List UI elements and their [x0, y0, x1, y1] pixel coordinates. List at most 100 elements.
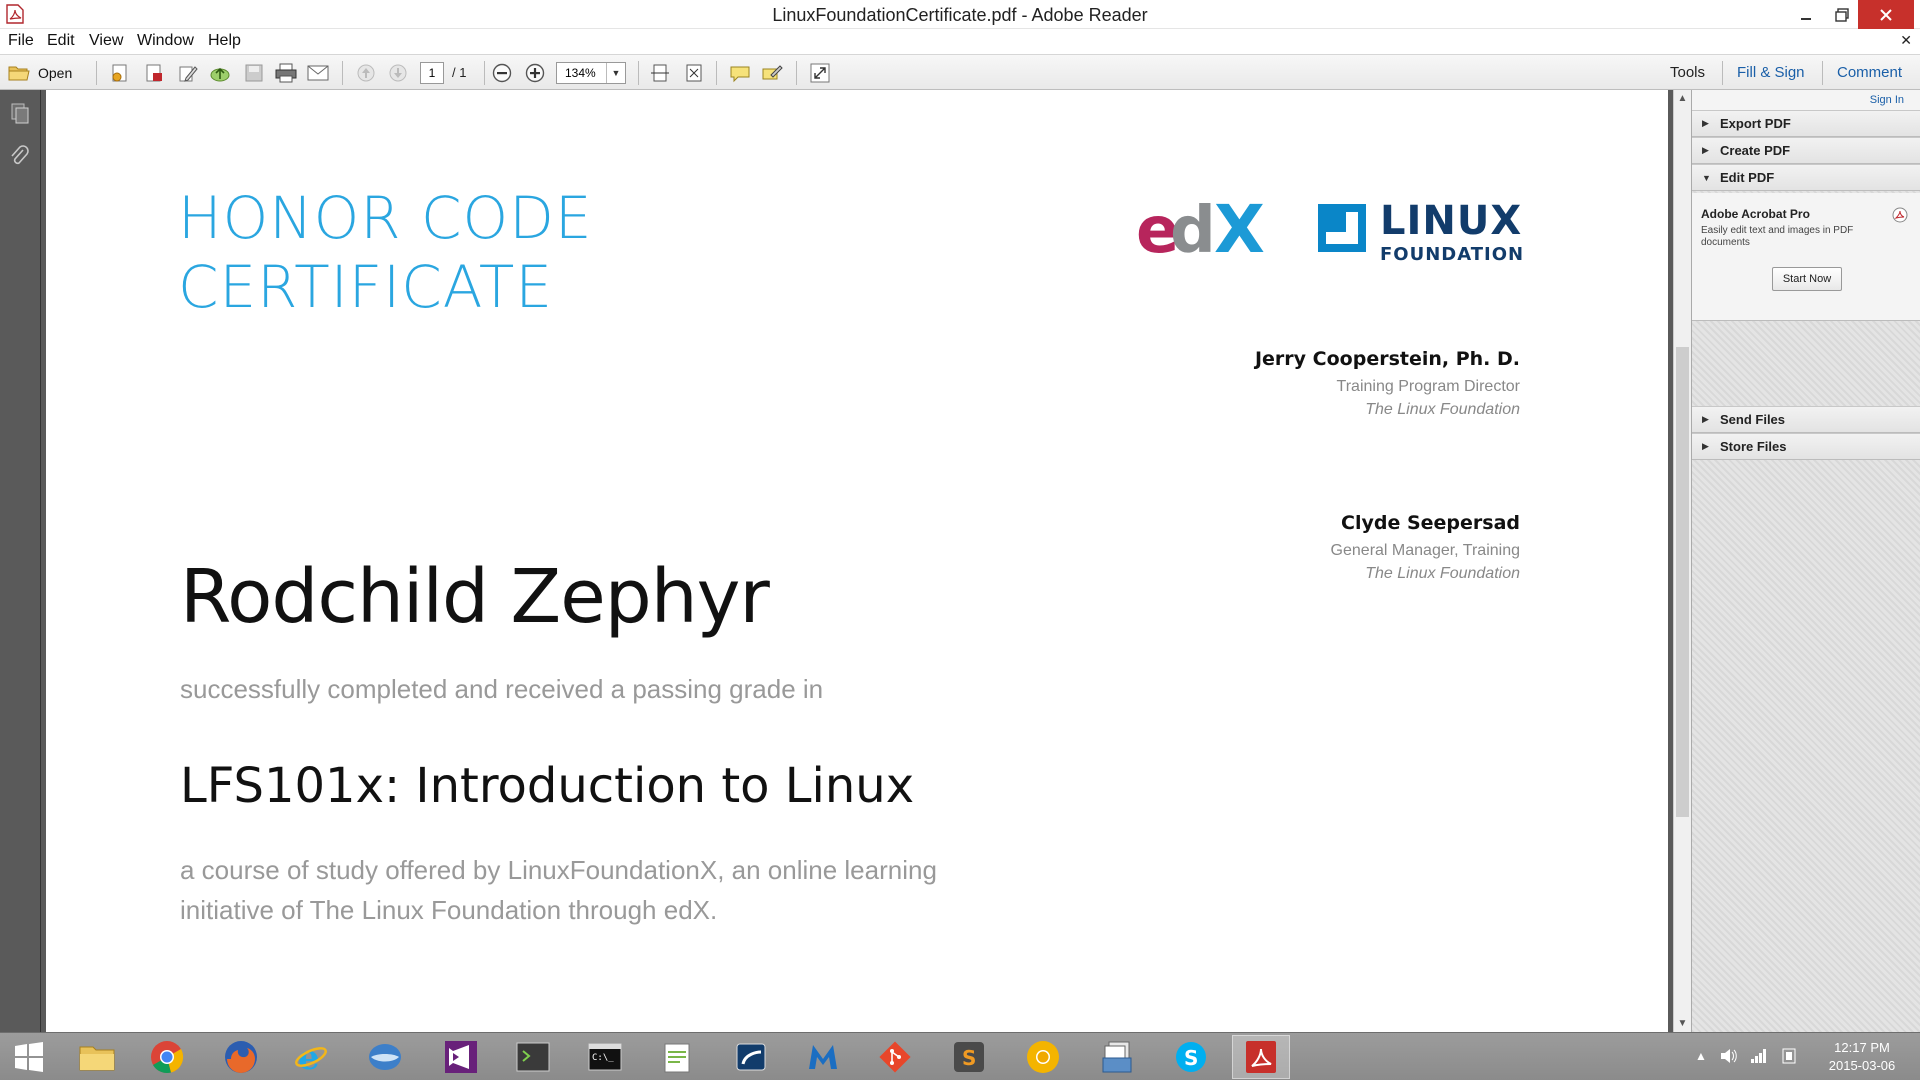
- print-button[interactable]: [274, 61, 298, 85]
- edit-pdf-section[interactable]: ▼ Edit PDF: [1692, 164, 1920, 191]
- document-viewer[interactable]: HONOR CODE CERTIFICATE e d X LINUX FOUND…: [41, 90, 1673, 1032]
- zoom-out-icon: [492, 63, 512, 83]
- export-pdf-icon: [146, 64, 162, 82]
- comment-tab[interactable]: Comment: [1837, 64, 1902, 81]
- export-pdf-button[interactable]: [142, 61, 166, 85]
- page-total: / 1: [452, 65, 467, 80]
- internet-explorer-icon: e: [295, 1039, 327, 1075]
- fit-page-button[interactable]: [682, 61, 706, 85]
- sign-in-link[interactable]: Sign In: [1870, 94, 1904, 106]
- store-files-section[interactable]: ▶ Store Files: [1692, 433, 1920, 460]
- menu-file[interactable]: File: [8, 32, 34, 50]
- window-app-icon: [736, 1043, 766, 1071]
- offered-by-line2: initiative of The Linux Foundation throu…: [180, 895, 718, 925]
- full-screen-button[interactable]: [808, 61, 832, 85]
- send-files-section[interactable]: ▶ Send Files: [1692, 406, 1920, 433]
- toolbar-separator: [342, 61, 343, 85]
- section-label: Export PDF: [1720, 116, 1791, 131]
- taskbar-visual-studio[interactable]: [432, 1035, 490, 1079]
- menu-view[interactable]: View: [89, 32, 123, 50]
- expand-icon: [810, 63, 830, 83]
- fit-width-icon: [651, 64, 669, 82]
- create-pdf-button[interactable]: [108, 61, 132, 85]
- toolbar: Open 1 / 1 134% ▼ Tools Fill & Sign Comm…: [0, 54, 1920, 90]
- taskbar-adobe-reader[interactable]: [1232, 1035, 1290, 1079]
- scrollbar-thumb[interactable]: [1676, 347, 1689, 817]
- page-number-input[interactable]: 1: [420, 62, 444, 84]
- taskbar-app-window[interactable]: [722, 1035, 780, 1079]
- toolbar-separator: [96, 61, 97, 85]
- volume-icon[interactable]: [1720, 1047, 1738, 1065]
- close-document-icon[interactable]: ✕: [1900, 32, 1912, 49]
- triangle-down-icon: ▼: [1702, 172, 1711, 183]
- create-pdf-section[interactable]: ▶ Create PDF: [1692, 137, 1920, 164]
- svg-text:C:\_: C:\_: [592, 1053, 614, 1063]
- taskbar-git[interactable]: [866, 1035, 924, 1079]
- tray-expand-icon[interactable]: ▲: [1692, 1047, 1710, 1065]
- signatory-role: Training Program Director: [1336, 378, 1520, 395]
- zoom-in-button[interactable]: [523, 61, 547, 85]
- menu-window[interactable]: Window: [137, 32, 194, 50]
- taskbar-skype[interactable]: S: [1162, 1035, 1220, 1079]
- taskbar-sublime-text[interactable]: S: [940, 1035, 998, 1079]
- menu-edit[interactable]: Edit: [47, 32, 75, 50]
- attachment-icon[interactable]: [8, 145, 32, 169]
- restore-icon: [1835, 7, 1849, 22]
- highlight-button[interactable]: [760, 61, 784, 85]
- cloud-upload-icon: [210, 67, 230, 82]
- scroll-up-icon[interactable]: ▲: [1674, 90, 1691, 107]
- taskbar-chrome[interactable]: [138, 1035, 196, 1079]
- highlighter-icon: [762, 65, 783, 80]
- taskbar-app-terminal-green[interactable]: [504, 1035, 562, 1079]
- triangle-right-icon: ▶: [1702, 145, 1709, 155]
- taskbar-documents[interactable]: [1088, 1035, 1146, 1079]
- sticky-note-button[interactable]: [728, 61, 752, 85]
- open-button[interactable]: Open: [8, 61, 72, 85]
- system-clock[interactable]: 12:17 PM 2015-03-06: [1816, 1039, 1908, 1075]
- signatory-1: Jerry Cooperstein, Ph. D. Training Progr…: [1255, 348, 1520, 419]
- taskbar-notepad-plus[interactable]: [648, 1035, 706, 1079]
- toolbar-separator: [1822, 61, 1823, 85]
- next-page-button[interactable]: [386, 61, 410, 85]
- zoom-out-button[interactable]: [490, 61, 514, 85]
- fill-sign-tab[interactable]: Fill & Sign: [1737, 64, 1805, 81]
- network-icon[interactable]: [1750, 1047, 1768, 1065]
- taskbar-command-prompt[interactable]: C:\_: [576, 1035, 634, 1079]
- signatory-name: Clyde Seepersad: [1341, 512, 1520, 534]
- taskbar-file-explorer[interactable]: [68, 1035, 126, 1079]
- vertical-scrollbar[interactable]: ▲ ▼: [1673, 90, 1691, 1032]
- windows-logo-icon: [15, 1042, 43, 1072]
- upload-button[interactable]: [208, 61, 232, 85]
- visual-studio-icon: [445, 1041, 477, 1073]
- sign-in-bar: Sign In: [1692, 90, 1920, 110]
- zoom-dropdown-icon[interactable]: ▼: [606, 63, 625, 83]
- action-center-icon[interactable]: [1780, 1047, 1798, 1065]
- previous-page-button[interactable]: [354, 61, 378, 85]
- section-label: Create PDF: [1720, 143, 1791, 158]
- tools-tab[interactable]: Tools: [1670, 64, 1705, 81]
- taskbar-firefox[interactable]: [212, 1035, 270, 1079]
- foundation-logo-text: FOUNDATION: [1380, 244, 1525, 265]
- offered-by-line1: a course of study offered by LinuxFounda…: [180, 855, 937, 885]
- export-pdf-section[interactable]: ▶ Export PDF: [1692, 110, 1920, 137]
- email-button[interactable]: [306, 61, 330, 85]
- menu-bar: File Edit View Window Help ✕: [0, 29, 1920, 54]
- triangle-right-icon: ▶: [1702, 441, 1709, 451]
- save-button[interactable]: [242, 61, 266, 85]
- taskbar-internet-explorer[interactable]: e: [282, 1035, 340, 1079]
- toolbar-separator: [1722, 61, 1723, 85]
- documents-icon: [1102, 1041, 1132, 1073]
- taskbar-chrome-canary[interactable]: [1014, 1035, 1072, 1079]
- page-thumbnails-icon[interactable]: [8, 102, 32, 126]
- taskbar-malwarebytes[interactable]: [794, 1035, 852, 1079]
- fit-width-button[interactable]: [648, 61, 672, 85]
- taskbar-thunderbird[interactable]: [356, 1035, 414, 1079]
- close-window-button[interactable]: [1858, 0, 1914, 29]
- mail-client-icon: [369, 1044, 401, 1070]
- navigation-pane: [0, 90, 41, 1032]
- start-now-button[interactable]: Start Now: [1772, 267, 1842, 291]
- edit-pdf-button[interactable]: [176, 61, 200, 85]
- scroll-down-icon[interactable]: ▼: [1674, 1015, 1691, 1032]
- menu-help[interactable]: Help: [208, 32, 241, 50]
- start-button[interactable]: [0, 1035, 58, 1079]
